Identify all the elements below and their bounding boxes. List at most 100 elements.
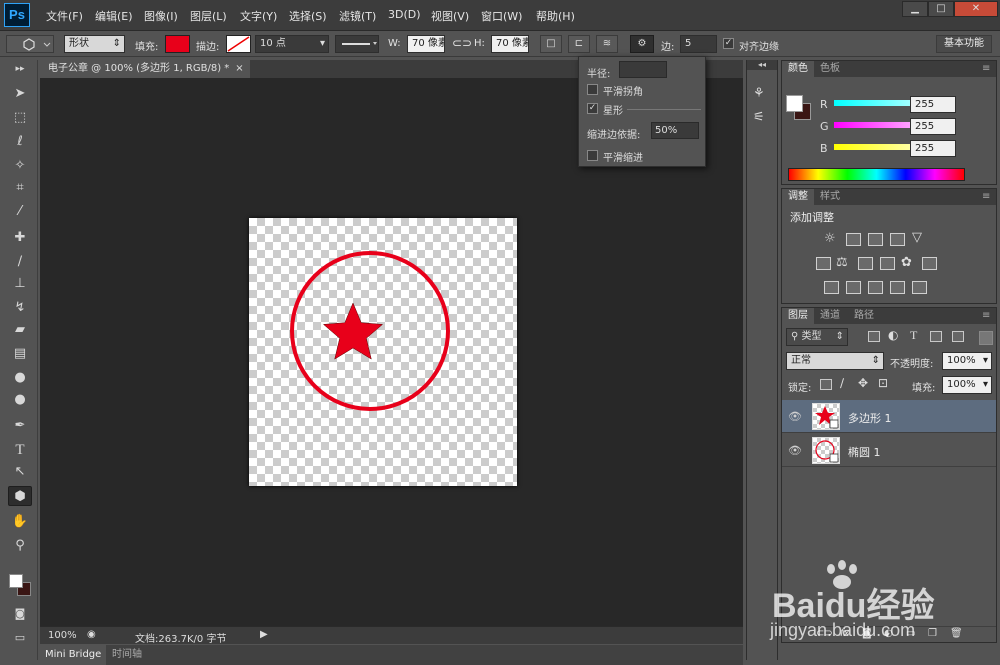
color-spectrum[interactable] xyxy=(788,168,965,181)
tab-timeline[interactable]: 时间轴 xyxy=(112,645,142,665)
stroke-type-select[interactable] xyxy=(335,35,379,53)
panel-menu-icon[interactable]: ≡ xyxy=(976,61,996,77)
eraser-tool-icon[interactable]: ▰ xyxy=(8,320,32,340)
zoom-tool-icon[interactable]: ⚲ xyxy=(8,536,32,556)
link-icon[interactable]: ⊂⊃ xyxy=(452,36,472,50)
selective-color-icon[interactable] xyxy=(890,281,905,294)
filter-smart-object-icon[interactable] xyxy=(952,331,964,342)
menu-window[interactable]: 窗口(W) xyxy=(481,8,522,24)
brightness-icon[interactable]: ☼ xyxy=(824,231,836,246)
filter-type-icon[interactable]: T xyxy=(910,328,917,343)
workspace-button[interactable]: 基本功能 xyxy=(936,35,992,53)
r-input[interactable]: 255 xyxy=(910,96,956,113)
menu-select[interactable]: 选择(S) xyxy=(289,8,327,24)
screen-mode-icon[interactable]: ▭ xyxy=(8,628,32,648)
path-selection-tool-icon[interactable]: ↖ xyxy=(8,462,32,482)
document-canvas[interactable] xyxy=(249,218,517,486)
polygon-tool-icon[interactable]: ⬢ xyxy=(8,486,32,506)
marquee-tool-icon[interactable]: ⬚ xyxy=(8,108,32,128)
smooth-corners-checkbox[interactable] xyxy=(587,84,598,95)
hue-saturation-icon[interactable] xyxy=(816,257,831,270)
opacity-input[interactable]: 100% ▾ xyxy=(942,352,992,370)
curves-icon[interactable] xyxy=(868,233,883,246)
tab-layers[interactable]: 图层 xyxy=(782,308,814,324)
menu-edit[interactable]: 编辑(E) xyxy=(95,8,133,24)
fill-input[interactable]: 100% ▾ xyxy=(942,376,992,394)
menu-layer[interactable]: 图层(L) xyxy=(190,8,227,24)
lock-transparent-icon[interactable] xyxy=(820,379,832,390)
exposure-icon[interactable] xyxy=(890,233,905,246)
width-input[interactable]: 70 像素 xyxy=(407,35,445,53)
tool-preset-picker[interactable] xyxy=(6,35,54,53)
crop-tool-icon[interactable]: ⌗ xyxy=(8,178,32,198)
indent-input[interactable]: 50% xyxy=(651,122,699,139)
lock-image-icon[interactable]: ∕ xyxy=(840,376,844,390)
stroke-color-swatch[interactable] xyxy=(226,35,251,53)
brush-tool-icon[interactable]: ∕ xyxy=(8,252,32,272)
lock-position-icon[interactable]: ✥ xyxy=(858,376,868,390)
menu-filter[interactable]: 滤镜(T) xyxy=(339,8,376,24)
maximize-button[interactable]: □ xyxy=(928,1,954,17)
healing-brush-tool-icon[interactable]: ✚ xyxy=(8,228,32,248)
path-arrangement-icon[interactable]: ≋ xyxy=(596,35,618,53)
stamp-tool-icon[interactable]: ⊥ xyxy=(8,274,32,294)
lasso-tool-icon[interactable]: ℓ xyxy=(8,132,32,152)
collapse-icon[interactable]: ▸▸ xyxy=(8,64,32,74)
gear-icon[interactable]: ⚙ xyxy=(630,35,654,53)
status-menu-icon[interactable]: ◉ xyxy=(87,629,96,640)
collapse-icon[interactable]: ◂◂ xyxy=(747,60,777,70)
menu-view[interactable]: 视图(V) xyxy=(431,8,469,24)
close-button[interactable]: ✕ xyxy=(954,1,998,17)
star-checkbox[interactable]: ✓ xyxy=(587,103,598,114)
sides-input[interactable]: 5 xyxy=(680,35,717,53)
quick-mask-icon[interactable]: ◙ xyxy=(8,604,32,624)
eye-icon[interactable]: 👁 xyxy=(788,410,802,423)
type-tool-icon[interactable]: T xyxy=(8,440,32,460)
tab-mini-bridge[interactable]: Mini Bridge xyxy=(40,645,107,665)
g-input[interactable]: 255 xyxy=(910,118,956,135)
dodge-tool-icon[interactable]: ● xyxy=(8,390,32,410)
magic-wand-tool-icon[interactable]: ✧ xyxy=(8,156,32,176)
minimize-button[interactable]: ▁ xyxy=(902,1,928,17)
move-tool-icon[interactable]: ➤ xyxy=(8,84,32,104)
history-brush-tool-icon[interactable]: ↯ xyxy=(8,298,32,318)
filter-pixel-icon[interactable] xyxy=(868,331,880,342)
foreground-color-swatch[interactable] xyxy=(786,95,803,112)
threshold-icon[interactable] xyxy=(868,281,883,294)
black-white-icon[interactable] xyxy=(858,257,873,270)
shape-mode-select[interactable]: 形状 ⇕ xyxy=(64,35,125,53)
align-edges-checkbox[interactable]: ✓ xyxy=(723,38,734,49)
posterize-icon[interactable] xyxy=(846,281,861,294)
path-operations-icon[interactable]: □ xyxy=(540,35,562,53)
tab-styles[interactable]: 样式 xyxy=(814,189,846,205)
gradient-map-icon[interactable] xyxy=(912,281,927,294)
gradient-tool-icon[interactable]: ▤ xyxy=(8,344,32,364)
vibrance-icon[interactable]: ▽ xyxy=(912,230,922,245)
filter-adjustment-icon[interactable]: ◐ xyxy=(888,328,898,342)
layer-filter-select[interactable]: ⚲ 类型 ⇕ xyxy=(786,328,848,346)
color-lookup-icon[interactable] xyxy=(922,257,937,270)
b-input[interactable]: 255 xyxy=(910,140,956,157)
color-balance-icon[interactable]: ⚖ xyxy=(836,255,848,270)
tab-paths[interactable]: 路径 xyxy=(848,308,880,324)
zoom-level[interactable]: 100% xyxy=(48,630,77,641)
filter-toggle[interactable] xyxy=(979,331,993,345)
blur-tool-icon[interactable]: ● xyxy=(8,368,32,388)
eyedropper-tool-icon[interactable]: ⁄ xyxy=(8,202,32,222)
blend-mode-select[interactable]: 正常 ⇕ xyxy=(786,352,884,370)
tab-channels[interactable]: 通道 xyxy=(814,308,846,324)
path-alignment-icon[interactable]: ⊏ xyxy=(568,35,590,53)
pen-tool-icon[interactable]: ✒ xyxy=(8,416,32,436)
tab-swatches[interactable]: 色板 xyxy=(814,61,846,77)
panel-menu-icon[interactable]: ≡ xyxy=(976,189,996,205)
menu-file[interactable]: 文件(F) xyxy=(46,8,83,24)
radius-input[interactable] xyxy=(619,61,667,78)
play-icon[interactable]: ▶ xyxy=(260,629,268,640)
channel-mixer-icon[interactable]: ✿ xyxy=(901,255,912,270)
photo-filter-icon[interactable] xyxy=(880,257,895,270)
tab-adjustments[interactable]: 调整 xyxy=(782,189,814,205)
levels-icon[interactable] xyxy=(846,233,861,246)
panel-menu-icon[interactable]: ≡ xyxy=(976,308,996,324)
menu-help[interactable]: 帮助(H) xyxy=(536,8,575,24)
menu-type[interactable]: 文字(Y) xyxy=(240,8,277,24)
